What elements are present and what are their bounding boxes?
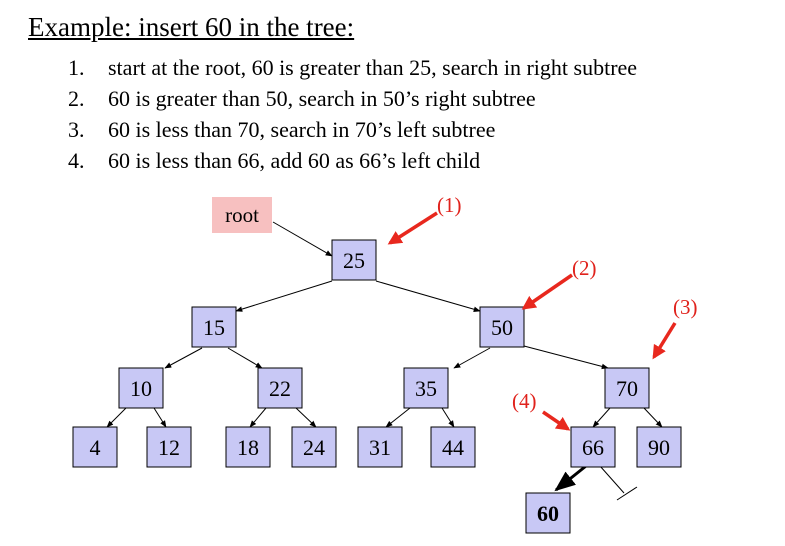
svg-text:31: 31 [369, 435, 391, 460]
step-label-3: (3) [673, 295, 698, 319]
edge-25-50 [375, 280, 481, 312]
svg-text:10: 10 [130, 376, 152, 401]
edge-10-4 [106, 407, 127, 428]
svg-text:70: 70 [616, 376, 638, 401]
tree-node-10: 10 [118, 367, 164, 409]
edge-root-25 [272, 221, 333, 257]
svg-text:4: 4 [90, 435, 101, 460]
edge-15-10 [164, 347, 203, 369]
step-label-1: (1) [437, 193, 462, 217]
pointer-arrow-1 [387, 211, 438, 245]
tree-node-66: 66 [570, 426, 616, 468]
pointer-arrow-4 [542, 410, 571, 431]
svg-text:44: 44 [442, 435, 464, 460]
svg-text:12: 12 [158, 435, 180, 460]
edge-70-66 [592, 407, 611, 428]
edge-35-44 [441, 407, 455, 428]
svg-text:22: 22 [269, 376, 291, 401]
edge-70-90 [643, 407, 663, 428]
tree-node-15: 15 [191, 306, 237, 348]
tree-node-12: 12 [146, 426, 192, 468]
svg-text:25: 25 [343, 248, 365, 273]
edge-22-18 [249, 407, 267, 428]
step-label-4: (4) [512, 389, 537, 413]
svg-text:15: 15 [203, 315, 225, 340]
edge-15-22 [227, 347, 263, 369]
bst-diagram: root 25 15 50 10 22 35 70 4 12 18 24 31 … [72, 193, 698, 534]
pointer-arrow-3 [652, 322, 677, 360]
svg-text:90: 90 [648, 435, 670, 460]
tree-node-24: 24 [291, 426, 337, 468]
edge-22-24 [295, 407, 317, 428]
step-label-2: (2) [572, 256, 597, 280]
tree-node-22: 22 [257, 367, 303, 409]
svg-text:50: 50 [491, 315, 513, 340]
svg-text:18: 18 [237, 435, 259, 460]
edge-10-12 [153, 407, 167, 428]
tree-node-35: 35 [403, 367, 449, 409]
tree-node-44: 44 [430, 426, 476, 468]
svg-text:60: 60 [537, 501, 559, 526]
root-label: root [212, 197, 272, 233]
tree-node-60-new: 60 [525, 492, 571, 534]
tree-node-18: 18 [225, 426, 271, 468]
svg-text:24: 24 [303, 435, 325, 460]
tree-node-25: 25 [331, 239, 377, 281]
svg-text:66: 66 [582, 435, 604, 460]
tree-node-31: 31 [357, 426, 403, 468]
root-label-text: root [225, 203, 259, 227]
edge-66-null-right [599, 465, 625, 494]
tree-node-50: 50 [479, 306, 525, 348]
edge-66-60-new [554, 464, 587, 492]
edge-25-15 [235, 280, 333, 312]
edge-35-31 [385, 407, 411, 428]
tree-node-70: 70 [604, 367, 650, 409]
pointer-arrow-2 [521, 273, 573, 310]
svg-text:35: 35 [415, 376, 437, 401]
edge-50-70 [523, 345, 609, 370]
tree-node-90: 90 [636, 426, 682, 468]
tree-node-4: 4 [72, 426, 118, 468]
edge-50-35 [453, 347, 491, 369]
